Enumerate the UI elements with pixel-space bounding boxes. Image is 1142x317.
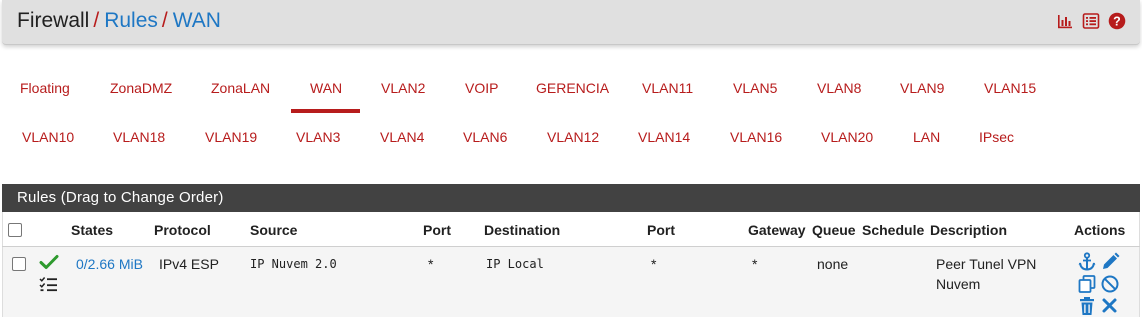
breadcrumb-firewall: Firewall <box>17 9 90 32</box>
col-destination: Destination <box>484 222 561 238</box>
source-cell[interactable]: IP Nuvem 2.0 <box>250 257 337 271</box>
row-select-checkbox[interactable] <box>12 257 26 271</box>
col-gateway: Gateway <box>748 222 806 238</box>
svg-text:?: ? <box>1113 14 1121 28</box>
gateway-cell: * <box>752 256 758 272</box>
list-icon[interactable] <box>1082 12 1100 30</box>
destination-port-cell: * <box>651 256 657 272</box>
col-source: Source <box>250 222 298 238</box>
col-port: Port <box>423 222 451 238</box>
description-line1: Peer Tunel VPN <box>936 256 1037 272</box>
tab-vlan15[interactable]: VLAN15 <box>984 80 1036 96</box>
tab-vlan5[interactable]: VLAN5 <box>733 80 777 96</box>
breadcrumb-separator: / <box>93 9 100 32</box>
destination-cell[interactable]: IP Local <box>486 257 544 271</box>
tab-vlan20[interactable]: VLAN20 <box>821 129 873 145</box>
tab-vlan3[interactable]: VLAN3 <box>296 129 340 145</box>
tab-vlan9[interactable]: VLAN9 <box>900 80 944 96</box>
tab-vlan19[interactable]: VLAN19 <box>205 129 257 145</box>
breadcrumb-wan-link[interactable]: WAN <box>173 9 221 32</box>
tab-lan[interactable]: LAN <box>913 129 940 145</box>
tab-vlan8[interactable]: VLAN8 <box>817 80 861 96</box>
tasks-list-icon[interactable] <box>39 276 59 292</box>
col-description: Description <box>930 222 1008 238</box>
description-line2: Nuvem <box>936 276 981 292</box>
breadcrumb-separator: / <box>161 9 168 32</box>
bar-chart-icon[interactable] <box>1056 12 1074 30</box>
tab-vlan12[interactable]: VLAN12 <box>547 129 599 145</box>
col-destination-port: Port <box>647 222 675 238</box>
tab-vlan14[interactable]: VLAN14 <box>638 129 690 145</box>
pencil-icon[interactable] <box>1100 252 1120 272</box>
tab-vlan11[interactable]: VLAN11 <box>642 80 693 96</box>
panel-title: Rules (Drag to Change Order) <box>17 189 224 206</box>
tab-ipsec[interactable]: IPsec <box>979 129 1014 145</box>
source-port-cell: * <box>428 256 434 272</box>
rules-panel-heading: Rules (Drag to Change Order) <box>2 184 1140 212</box>
col-schedule: Schedule <box>862 222 925 238</box>
tab-vlan16[interactable]: VLAN16 <box>730 129 782 145</box>
trash-icon[interactable] <box>1077 296 1097 316</box>
queue-cell: none <box>817 256 849 272</box>
col-actions: Actions <box>1074 222 1126 238</box>
active-tab-indicator <box>291 109 360 113</box>
copy-icon[interactable] <box>1077 274 1097 294</box>
tab-vlan18[interactable]: VLAN18 <box>113 129 165 145</box>
select-all-checkbox[interactable] <box>8 223 22 237</box>
tab-wan[interactable]: WAN <box>310 80 342 96</box>
tab-voip[interactable]: VOIP <box>465 80 498 96</box>
help-icon[interactable]: ? <box>1108 12 1126 30</box>
tab-vlan6[interactable]: VLAN6 <box>463 129 507 145</box>
anchor-icon[interactable] <box>1077 252 1097 272</box>
breadcrumb-rules-link[interactable]: Rules <box>104 9 158 32</box>
tab-floating[interactable]: Floating <box>20 80 70 96</box>
col-states: States <box>71 222 114 238</box>
delete-x-icon[interactable] <box>1100 296 1120 316</box>
tab-vlan10[interactable]: VLAN10 <box>22 129 74 145</box>
tab-vlan2[interactable]: VLAN2 <box>381 80 425 96</box>
protocol-cell: IPv4 ESP <box>159 256 219 272</box>
tab-zonalan[interactable]: ZonaLAN <box>211 80 270 96</box>
check-icon <box>39 255 59 269</box>
col-queue: Queue <box>812 222 856 238</box>
tab-vlan4[interactable]: VLAN4 <box>380 129 424 145</box>
states-link[interactable]: 0/2.66 MiB <box>76 256 143 272</box>
breadcrumb: Firewall / Rules / WAN <box>17 8 221 34</box>
page-header: Firewall / Rules / WAN ? <box>2 0 1140 45</box>
header-icon-group: ? <box>1056 12 1126 30</box>
tab-gerencia[interactable]: GERENCIA <box>536 80 609 96</box>
disable-icon[interactable] <box>1100 274 1120 294</box>
tab-zonadmz[interactable]: ZonaDMZ <box>110 80 172 96</box>
col-protocol: Protocol <box>154 222 211 238</box>
